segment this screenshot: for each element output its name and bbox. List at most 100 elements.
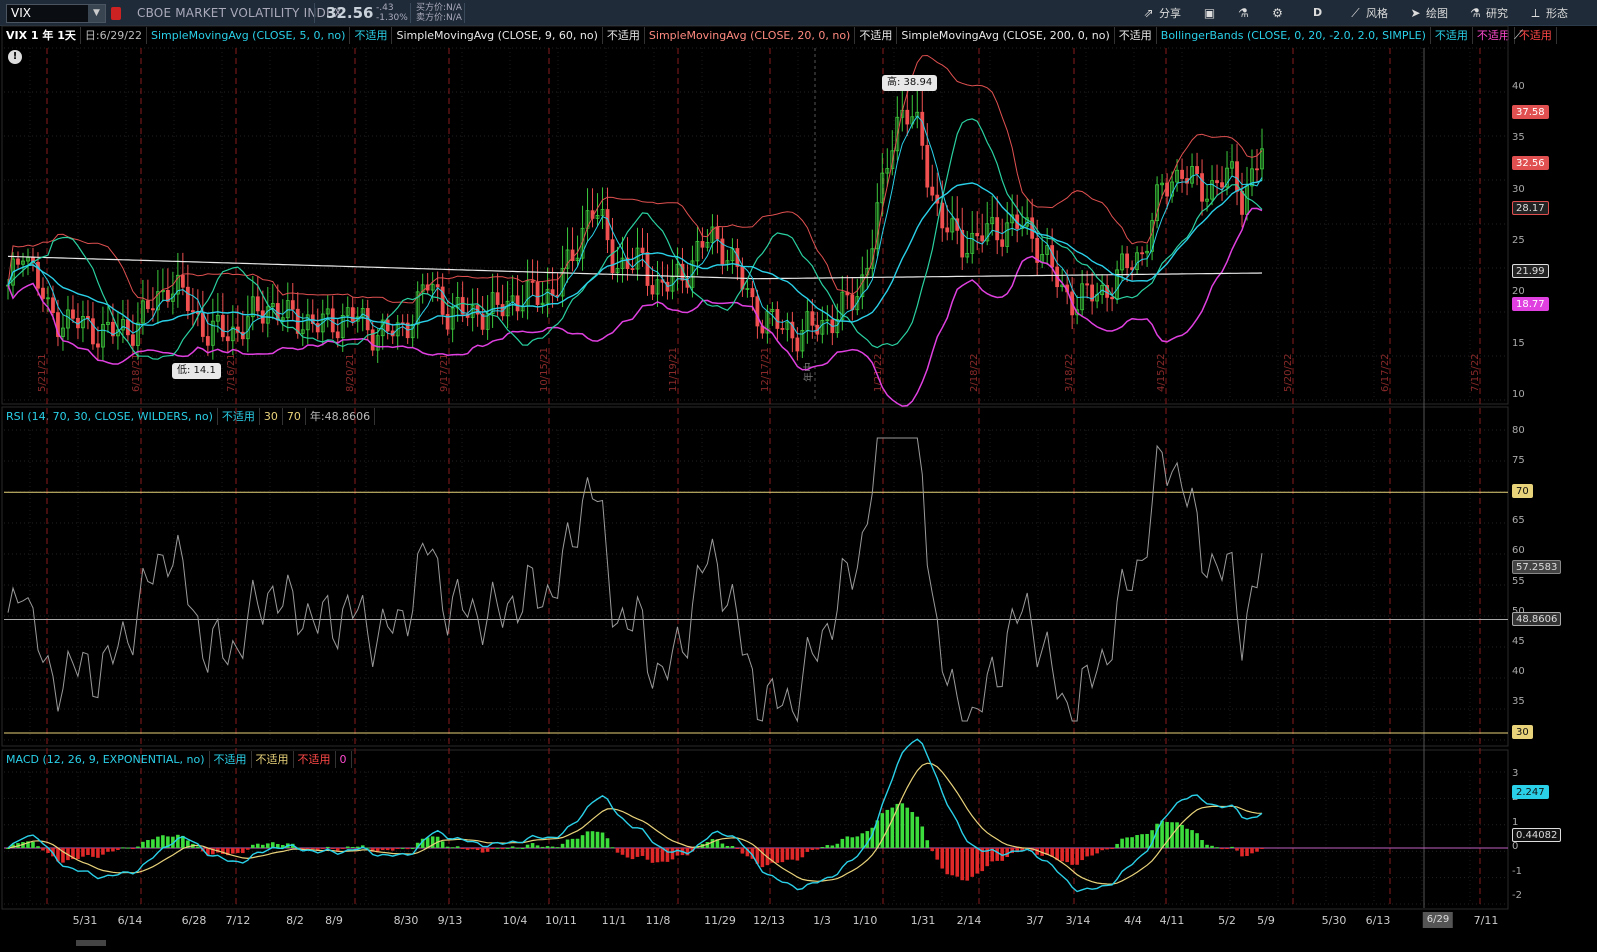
candle-body	[930, 186, 935, 196]
axis-tick-label: 1	[1512, 816, 1519, 828]
macd-histogram-bar	[635, 848, 640, 857]
macd-histogram-bar	[1205, 844, 1209, 848]
axis-price-tag: 30	[1512, 725, 1533, 739]
macd-histogram-bar	[830, 845, 835, 848]
macd-histogram-bar	[340, 848, 345, 849]
macd-histogram-bar	[575, 838, 580, 848]
macd-histogram-bar	[1220, 848, 1224, 850]
candle-body	[905, 109, 910, 125]
candle-body	[700, 241, 705, 248]
macd-histogram-bar	[960, 848, 965, 881]
macd-histogram-bar	[465, 848, 470, 850]
axis-price-tag: 70	[1512, 484, 1533, 498]
macd-histogram-bar	[350, 846, 355, 848]
macd-histogram-bar	[640, 848, 645, 856]
expiration-date-label: 12/17/21	[760, 347, 771, 392]
candle-body	[645, 252, 650, 286]
axis-tick-label: 80	[1512, 425, 1525, 436]
candle-body	[1220, 182, 1224, 188]
macd-histogram-bar	[1250, 848, 1254, 854]
horizontal-scrollbar[interactable]	[76, 940, 106, 946]
macd-histogram-bar	[41, 848, 45, 851]
macd-histogram-bar	[800, 848, 805, 858]
candle-body	[1110, 296, 1115, 300]
macd-histogram-bar	[251, 844, 255, 848]
macd-histogram-bar	[735, 848, 740, 849]
candle-body	[335, 331, 340, 339]
macd-histogram-bar	[925, 840, 930, 848]
macd-histogram-bar	[785, 848, 790, 860]
macd-histogram-bar	[650, 848, 655, 863]
expiration-date-label: 2/18/22	[969, 353, 980, 392]
candle-body	[96, 343, 100, 348]
date-axis[interactable]: 5/31 6/14 6/28 7/12 8/2 8/9 8/30 9/13 10/4 10/11 1…	[0, 910, 1597, 952]
macd-histogram-bar	[1105, 848, 1109, 850]
date-tick-label: 3/14	[1065, 914, 1091, 927]
date-tick-label: 10/4	[502, 914, 528, 927]
axis-tick-label: 10	[1512, 389, 1525, 400]
chart-canvas[interactable]: 5/21/21 6/18/21 7/16/21 8/20/21 9/17/21 10/15…	[0, 0, 1597, 952]
macd-histogram-bar	[730, 846, 735, 848]
macd-histogram-bar	[1180, 825, 1184, 848]
candle-body	[71, 309, 75, 319]
candle-body	[1215, 180, 1219, 184]
macd-histogram-bar	[515, 847, 520, 849]
macd-histogram-bar	[1175, 822, 1179, 848]
macd-histogram-bar	[395, 848, 400, 849]
macd-histogram-bar	[111, 848, 115, 852]
candle-body	[255, 296, 260, 312]
macd-histogram-bar	[940, 848, 945, 869]
candle-body	[945, 227, 950, 233]
axis-tick-label: 40	[1512, 81, 1525, 92]
macd-histogram-bar	[1115, 843, 1119, 848]
macd-histogram-bar	[1100, 848, 1104, 851]
macd-histogram-bar	[540, 846, 545, 848]
macd-histogram-bar	[136, 846, 140, 848]
macd-histogram-bar	[810, 848, 815, 850]
date-tick-label: 5/31	[72, 914, 98, 927]
macd-histogram-bar	[260, 844, 265, 848]
candle-body	[925, 144, 930, 188]
date-tick-label: 8/30	[393, 914, 419, 927]
macd-histogram-bar	[580, 835, 585, 848]
macd-histogram-bar	[530, 843, 535, 848]
macd-histogram-bar	[1060, 848, 1064, 862]
macd-histogram-bar	[355, 846, 360, 848]
macd-histogram-bar	[31, 841, 35, 848]
candle-body	[775, 309, 780, 329]
macd-histogram-bar	[725, 845, 730, 848]
expiration-date-label: 3/18/22	[1064, 353, 1075, 392]
macd-histogram-bar	[905, 807, 910, 848]
date-tick-label: 10/11	[545, 914, 577, 927]
macd-histogram-bar	[310, 848, 315, 850]
macd-histogram-bar	[236, 848, 240, 853]
date-tick-label: 5/2	[1218, 914, 1236, 927]
date-tick-label: 4/11	[1159, 914, 1185, 927]
macd-histogram-bar	[560, 843, 565, 848]
macd-histogram-bar	[86, 848, 90, 855]
date-tick-label: 1/10	[852, 914, 878, 927]
axis-tick-label: 25	[1512, 235, 1525, 246]
macd-histogram-bar	[1120, 838, 1124, 848]
macd-histogram-bar	[1240, 848, 1244, 857]
macd-histogram-bar	[91, 848, 95, 857]
macd-histogram-bar	[440, 841, 445, 848]
macd-histogram-bar	[825, 845, 830, 848]
macd-histogram-bar	[880, 813, 885, 848]
macd-histogram-bar	[510, 846, 515, 848]
axis-tick-label: 60	[1512, 545, 1525, 557]
high-label: 高: 38.94	[882, 75, 938, 91]
macd-histogram-bar	[545, 846, 550, 848]
axis-tick-label: 55	[1512, 575, 1525, 587]
date-tick-label: 12/13	[753, 914, 785, 927]
macd-histogram-bar	[176, 834, 180, 848]
macd-histogram-bar	[890, 807, 895, 848]
macd-histogram-bar	[470, 848, 475, 850]
macd-histogram-bar	[325, 846, 330, 848]
macd-histogram-bar	[615, 848, 620, 853]
macd-histogram-bar	[535, 845, 540, 848]
macd-histogram-bar	[475, 848, 480, 851]
macd-histogram-bar	[146, 840, 150, 848]
date-tick-label: 6/28	[181, 914, 207, 927]
macd-histogram-bar	[900, 803, 905, 848]
